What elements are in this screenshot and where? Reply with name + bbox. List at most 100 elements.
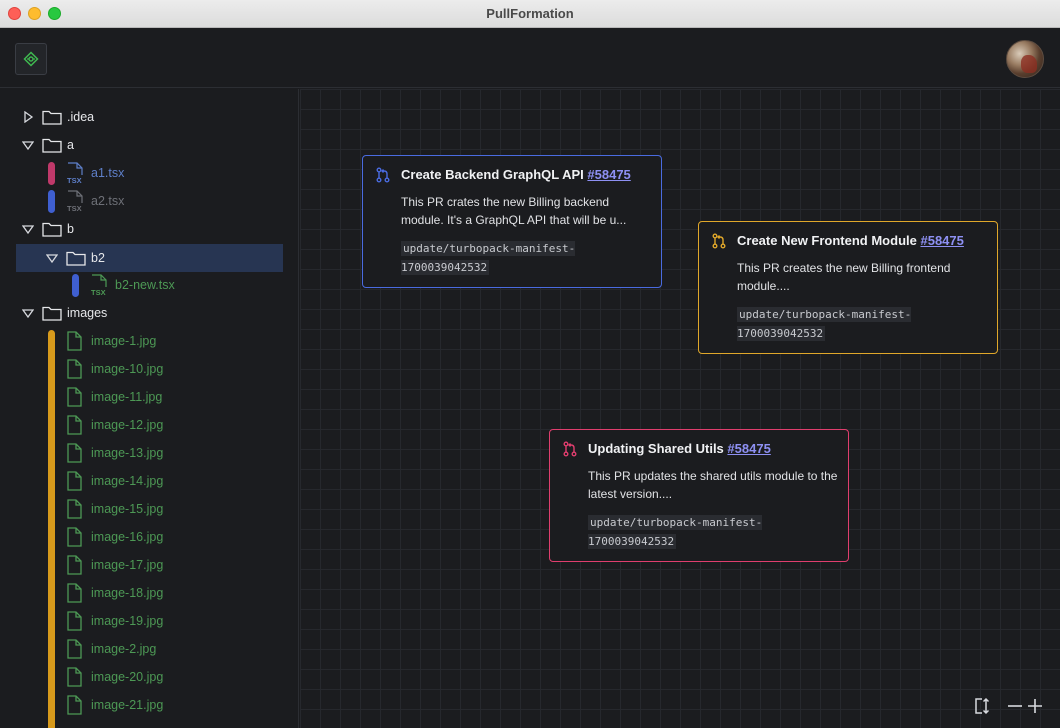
- pr-card[interactable]: Create New Frontend Module #58475 This P…: [698, 221, 998, 354]
- change-bar: [48, 162, 55, 185]
- change-bar: [48, 190, 55, 213]
- tree-label: .idea: [67, 110, 95, 124]
- tree-file-image[interactable]: image-19.jpg: [66, 607, 163, 635]
- image-file-icon: [67, 583, 82, 603]
- tree-file-image[interactable]: image-1.jpg: [66, 327, 156, 355]
- zoom-in-icon: [1028, 699, 1042, 713]
- user-avatar[interactable]: [1006, 40, 1044, 78]
- image-file-icon: [67, 331, 82, 351]
- tree-label: b2-new.tsx: [115, 278, 175, 292]
- file-tree-sidebar: .idea a TSX a1.tsx TSX a2.tsx b b2 TSX b…: [0, 89, 299, 728]
- image-file-icon: [67, 471, 82, 491]
- tree-file-image[interactable]: image-13.jpg: [66, 439, 163, 467]
- pr-description: This PR crates the new Billing backend m…: [401, 195, 627, 227]
- tree-file-image[interactable]: image-12.jpg: [66, 411, 163, 439]
- image-file-icon: [67, 415, 82, 435]
- tree-file-image[interactable]: image-18.jpg: [66, 579, 163, 607]
- chevron-down-icon: [46, 254, 58, 264]
- tree-file-image[interactable]: image-10.jpg: [66, 355, 163, 383]
- folder-icon: [42, 138, 62, 153]
- image-file-icon: [67, 667, 82, 687]
- image-file-icon: [67, 499, 82, 519]
- pr-branch: update/turbopack-manifest-1700039042532: [588, 515, 763, 549]
- image-file-icon: [67, 639, 82, 659]
- window-titlebar: PullFormation: [0, 0, 1060, 28]
- tree-label: b: [67, 222, 74, 236]
- image-file-icon: [67, 527, 82, 547]
- tree-folder-b[interactable]: b: [22, 215, 74, 243]
- tree-file-image[interactable]: image-21.jpg: [66, 691, 163, 719]
- svg-text:TSX: TSX: [67, 176, 82, 184]
- git-pull-request-icon: [563, 441, 577, 457]
- fit-view-icon: [975, 697, 990, 715]
- tree-folder-b2[interactable]: b2: [16, 244, 283, 272]
- pr-title: Updating Shared Utils #58475: [588, 441, 771, 456]
- tree-label: image-16.jpg: [91, 530, 164, 544]
- tree-folder-a[interactable]: a: [22, 131, 74, 159]
- chevron-down-icon: [22, 141, 34, 151]
- tree-label: image-13.jpg: [91, 446, 164, 460]
- tree-file-a2[interactable]: TSX a2.tsx: [66, 187, 124, 215]
- tree-label: image-21.jpg: [91, 698, 164, 712]
- pr-number-link[interactable]: #58475: [587, 167, 630, 182]
- image-file-icon: [67, 555, 82, 575]
- folder-icon: [42, 222, 62, 237]
- chevron-down-icon: [22, 225, 34, 235]
- image-file-icon: [67, 443, 82, 463]
- folder-icon: [42, 110, 62, 125]
- pr-branch: update/turbopack-manifest-1700039042532: [401, 241, 576, 275]
- pr-title: Create Backend GraphQL API #58475: [401, 167, 631, 182]
- tree-label: image-15.jpg: [91, 502, 164, 516]
- pr-description: This PR updates the shared utils module …: [588, 469, 838, 501]
- image-file-icon: [67, 359, 82, 379]
- tree-file-image[interactable]: image-2.jpg: [66, 635, 156, 663]
- pr-number-link[interactable]: #58475: [920, 233, 963, 248]
- tree-label: image-14.jpg: [91, 474, 164, 488]
- tree-label: image-17.jpg: [91, 558, 164, 572]
- tree-label: image-11.jpg: [91, 390, 163, 404]
- tree-label: a2.tsx: [91, 194, 125, 208]
- tree-label: image-2.jpg: [91, 642, 157, 656]
- tree-label: a1.tsx: [91, 166, 125, 180]
- app-header: [0, 28, 1060, 88]
- pr-card[interactable]: Create Backend GraphQL API #58475 This P…: [362, 155, 662, 288]
- tree-folder-idea[interactable]: .idea: [22, 103, 94, 131]
- folder-icon: [66, 251, 86, 266]
- tree-label: image-18.jpg: [91, 586, 164, 600]
- zoom-out-button[interactable]: [1004, 695, 1026, 717]
- tsx-file-icon: TSX: [91, 274, 107, 296]
- git-pull-request-icon: [712, 233, 726, 249]
- pr-canvas[interactable]: Create Backend GraphQL API #58475 This P…: [300, 89, 1060, 728]
- tree-file-image[interactable]: image-11.jpg: [66, 383, 162, 411]
- tree-label: image-10.jpg: [91, 362, 164, 376]
- tree-label: image-20.jpg: [91, 670, 164, 684]
- tree-file-image[interactable]: image-14.jpg: [66, 467, 163, 495]
- logo-button[interactable]: [15, 43, 47, 75]
- tsx-file-icon: TSX: [67, 190, 83, 212]
- zoom-in-button[interactable]: [1024, 695, 1046, 717]
- image-file-icon: [67, 695, 82, 715]
- tree-file-image[interactable]: image-15.jpg: [66, 495, 163, 523]
- tree-folder-images[interactable]: images: [22, 299, 107, 327]
- image-file-icon: [67, 611, 82, 631]
- svg-text:TSX: TSX: [67, 204, 82, 212]
- tree-file-b2-new[interactable]: TSX b2-new.tsx: [90, 271, 175, 299]
- chevron-down-icon: [22, 309, 34, 319]
- fit-view-button[interactable]: [971, 695, 993, 717]
- zoom-out-icon: [1008, 705, 1022, 707]
- tree-label: image-1.jpg: [91, 334, 157, 348]
- tree-label: image-12.jpg: [91, 418, 164, 432]
- tree-file-a1[interactable]: TSX a1.tsx: [66, 159, 124, 187]
- pr-card[interactable]: Updating Shared Utils #58475 This PR upd…: [549, 429, 849, 562]
- pr-number-link[interactable]: #58475: [727, 441, 770, 456]
- tree-label: b2: [91, 251, 105, 265]
- pr-description: This PR creates the new Billing frontend…: [737, 261, 951, 293]
- tree-file-image[interactable]: image-16.jpg: [66, 523, 163, 551]
- tree-file-image[interactable]: image-20.jpg: [66, 663, 163, 691]
- tree-file-image[interactable]: image-17.jpg: [66, 551, 163, 579]
- tree-label: image-19.jpg: [91, 614, 164, 628]
- tree-label: images: [67, 306, 108, 320]
- image-file-icon: [67, 387, 82, 407]
- pr-branch: update/turbopack-manifest-1700039042532: [737, 307, 912, 341]
- change-bar: [72, 274, 79, 297]
